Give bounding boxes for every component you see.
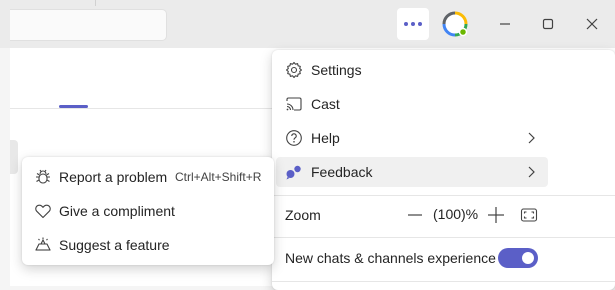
profile-avatar[interactable] bbox=[441, 10, 469, 38]
toggle-row: New chats & channels experience bbox=[276, 243, 548, 273]
submenu-item-suggest-feature[interactable]: Suggest a feature bbox=[26, 230, 270, 260]
menu-item-label: Help bbox=[311, 130, 340, 146]
chevron-right-icon bbox=[528, 132, 535, 144]
cast-icon bbox=[285, 95, 303, 113]
zoom-label: Zoom bbox=[285, 207, 321, 223]
help-icon bbox=[285, 129, 303, 147]
menu-item-help[interactable]: Help bbox=[276, 123, 548, 153]
menu-divider bbox=[272, 281, 615, 282]
zoom-row: Zoom (100)% bbox=[276, 200, 548, 230]
gear-icon bbox=[285, 61, 303, 79]
left-panel-edge bbox=[10, 140, 18, 174]
zoom-out-button[interactable] bbox=[407, 207, 423, 223]
submenu-item-report-problem[interactable]: Report a problem Ctrl+Alt+Shift+R bbox=[26, 162, 270, 192]
titlebar-divider bbox=[95, 0, 96, 6]
menu-item-settings[interactable]: Settings bbox=[276, 55, 548, 85]
submenu-item-give-compliment[interactable]: Give a compliment bbox=[26, 196, 270, 226]
more-options-button[interactable] bbox=[397, 8, 429, 40]
maximize-button[interactable] bbox=[536, 12, 560, 36]
more-horizontal-icon bbox=[404, 22, 422, 26]
fullscreen-button[interactable] bbox=[520, 206, 538, 224]
menu-divider bbox=[272, 237, 615, 238]
feedback-submenu: Report a problem Ctrl+Alt+Shift+R Give a… bbox=[22, 157, 274, 265]
close-icon bbox=[586, 18, 598, 30]
search-bar[interactable] bbox=[10, 9, 167, 41]
zoom-in-button[interactable] bbox=[487, 206, 505, 224]
feedback-icon bbox=[285, 163, 303, 181]
bug-icon bbox=[34, 168, 52, 186]
minimize-icon bbox=[500, 23, 510, 25]
heart-icon bbox=[34, 202, 52, 220]
menu-divider bbox=[272, 195, 615, 196]
zoom-value: (100)% bbox=[433, 206, 479, 222]
menu-item-feedback[interactable]: Feedback bbox=[276, 157, 548, 187]
active-tab-indicator bbox=[59, 105, 88, 108]
menu-item-label: Cast bbox=[311, 96, 340, 112]
submenu-item-label: Give a compliment bbox=[59, 203, 175, 219]
maximize-icon bbox=[542, 18, 554, 30]
submenu-item-label: Report a problem bbox=[59, 169, 168, 185]
menu-item-cast[interactable]: Cast bbox=[276, 89, 548, 119]
more-options-menu: Settings Cast Help Feedback Zoom (100)% … bbox=[272, 50, 615, 290]
lightbulb-icon bbox=[34, 236, 52, 254]
new-experience-label: New chats & channels experience bbox=[285, 250, 496, 266]
chevron-right-icon bbox=[528, 166, 535, 178]
close-button[interactable] bbox=[580, 12, 604, 36]
avatar-ring-icon bbox=[442, 11, 468, 37]
submenu-item-label: Suggest a feature bbox=[59, 237, 170, 253]
keyboard-shortcut: Ctrl+Alt+Shift+R bbox=[175, 170, 262, 184]
new-experience-toggle[interactable] bbox=[498, 248, 538, 268]
minus-icon bbox=[408, 214, 422, 216]
minimize-button[interactable] bbox=[493, 12, 517, 36]
fullscreen-icon bbox=[520, 208, 538, 222]
plus-icon bbox=[488, 207, 504, 223]
menu-item-label: Settings bbox=[311, 62, 362, 78]
menu-item-label: Feedback bbox=[311, 164, 373, 180]
toggle-knob bbox=[522, 252, 534, 264]
